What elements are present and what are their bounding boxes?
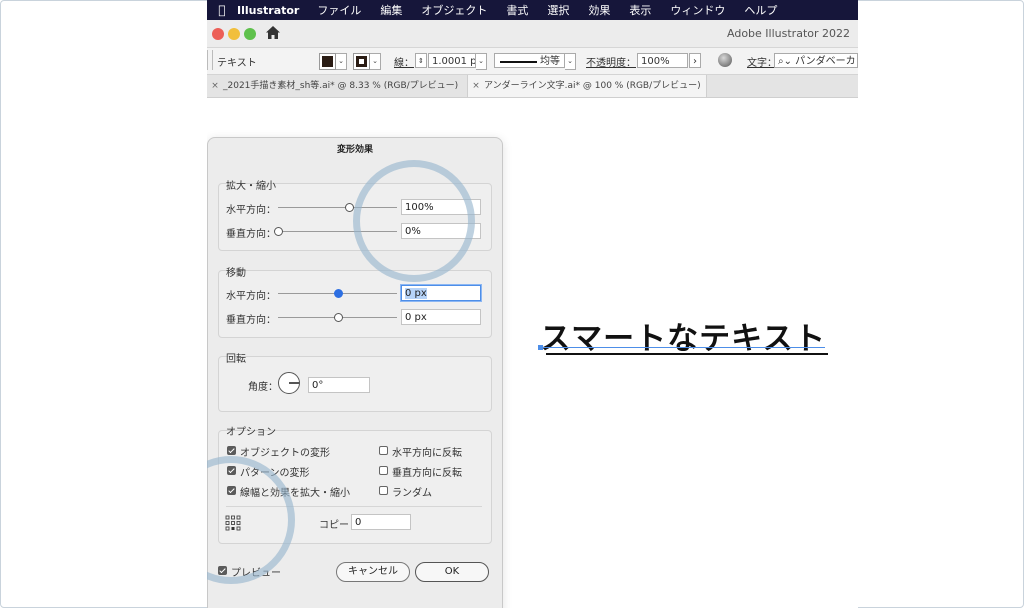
menu-app-name[interactable]: Illustrator [237,4,299,17]
close-icon[interactable]: × [468,75,484,97]
transform-objects-checkbox[interactable] [227,446,236,455]
move-vertical-input[interactable]: 0 px [401,309,481,325]
dialog-title: 変形効果 [336,145,373,155]
stroke-weight-stepper[interactable]: ⇕ [415,53,427,68]
font-search-field[interactable]: ⌕⌄ パンダベーカリ [774,53,858,68]
close-icon[interactable]: × [207,75,223,97]
title-bar: Adobe Illustrator 2022 [207,20,858,48]
font-search-value: パンダベーカリ [795,56,857,67]
copies-input[interactable]: 0 [351,514,411,530]
artboard-text-object[interactable]: スマートなテキスト [538,313,835,358]
menu-view[interactable]: 表示 [629,2,651,18]
scale-horizontal-label: 水平方向： [226,205,276,216]
illustrator-window:  Illustrator ファイル 編集 オブジェクト 書式 選択 効果 表示… [207,0,858,608]
angle-dial[interactable] [278,372,300,394]
reflect-y-checkbox[interactable] [379,466,388,475]
scale-group [218,183,492,251]
menu-bar:  Illustrator ファイル 編集 オブジェクト 書式 選択 効果 表示… [207,0,858,20]
scale-strokes-label[interactable]: 線幅と効果を拡大・縮小 [240,484,350,499]
menu-edit[interactable]: 編集 [380,2,402,18]
object-type-label: テキスト [217,58,257,69]
menu-object[interactable]: オブジェクト [421,2,487,18]
tab-label: アンダーライン文字.ai* @ 100 % (RGB/プレビュー) [484,81,701,91]
control-bar: テキスト ⌄ ⌄ 線： ⇕ 1.0001 p ⌄ 均等 ⌄ 不透明度： 100%… [207,48,858,75]
copies-label: コピー [319,520,349,531]
angle-label: 角度： [248,382,278,393]
preview-label[interactable]: プレビュー [231,564,281,579]
scale-vertical-slider[interactable] [278,231,397,232]
stroke-color-swatch[interactable] [353,53,370,70]
stroke-weight-field[interactable]: 1.0001 p [428,53,476,68]
reflect-x-checkbox[interactable] [379,446,388,455]
opacity-label[interactable]: 不透明度： [586,54,636,69]
scale-vertical-input[interactable]: 0% [401,223,481,239]
stroke-profile-field[interactable]: 均等 [494,53,565,68]
opacity-arrow[interactable]: › [689,53,701,68]
transform-objects-label[interactable]: オブジェクトの変形 [240,444,330,459]
fill-color-dropdown[interactable]: ⌄ [336,53,347,70]
scale-legend: 拡大・縮小 [226,181,276,192]
preview-checkbox[interactable] [218,566,227,575]
zoom-window-button[interactable] [244,28,256,40]
document-tabs: × _2021手描き素材_sh等.ai* @ 8.33 % (RGB/プレビュー)… [207,75,858,98]
menu-type[interactable]: 書式 [506,2,528,18]
scale-vertical-slider-knob[interactable] [274,227,283,236]
stroke-profile-label: 均等 [540,56,560,67]
scale-horizontal-input[interactable]: 100% [401,199,481,215]
window-title: Adobe Illustrator 2022 [727,27,850,40]
stroke-label[interactable]: 線： [394,54,414,69]
angle-input[interactable]: 0° [308,377,370,393]
ok-button[interactable]: OK [415,562,489,582]
menu-select[interactable]: 選択 [547,2,569,18]
text-underline [546,353,828,355]
transform-patterns-checkbox[interactable] [227,466,236,475]
move-legend: 移動 [226,268,246,279]
text-anchor-point[interactable] [538,345,543,350]
search-icon: ⌕⌄ [778,56,792,67]
transform-patterns-label[interactable]: パターンの変形 [240,464,310,479]
artboard-text[interactable]: スマートなテキスト [540,313,835,358]
reference-point-icon[interactable] [225,515,241,531]
home-icon[interactable] [264,24,282,42]
close-window-button[interactable] [212,28,224,40]
stroke-profile-line [500,61,537,63]
move-horizontal-label: 水平方向： [226,291,276,302]
stroke-profile-dropdown[interactable]: ⌄ [565,53,576,70]
random-checkbox[interactable] [379,486,388,495]
menu-effect[interactable]: 効果 [588,2,610,18]
move-horizontal-input[interactable]: 0 px [401,285,481,301]
move-horizontal-slider-knob[interactable] [333,289,343,298]
move-vertical-label: 垂直方向： [226,315,276,326]
move-horizontal-value: 0 px [405,288,427,299]
opacity-field[interactable]: 100% [637,53,688,68]
stroke-weight-dropdown[interactable]: ⌄ [476,53,487,70]
menu-window[interactable]: ウィンドウ [670,2,725,18]
menu-help[interactable]: ヘルプ [744,2,777,18]
tab-label: _2021手描き素材_sh等.ai* @ 8.33 % (RGB/プレビュー) [223,81,459,91]
minimize-window-button[interactable] [228,28,240,40]
text-baseline [540,347,825,348]
control-bar-grip[interactable] [207,50,213,70]
character-label[interactable]: 文字： [747,54,777,69]
tab-hand-drawn-materials[interactable]: × _2021手描き素材_sh等.ai* @ 8.33 % (RGB/プレビュー) [207,75,468,97]
transform-effect-dialog: 変形効果 拡大・縮小 水平方向： 100% 垂直方向： 0% 移動 水平方向： … [207,137,503,608]
menu-file[interactable]: ファイル [317,2,361,18]
options-legend: オプション [226,427,276,438]
options-divider [226,506,482,507]
tab-underline-text[interactable]: × アンダーライン文字.ai* @ 100 % (RGB/プレビュー) [468,75,707,97]
reflect-y-label[interactable]: 垂直方向に反転 [392,464,462,479]
random-label[interactable]: ランダム [392,484,432,499]
scale-horizontal-slider[interactable] [278,207,397,208]
apple-icon[interactable]:  [207,3,237,17]
move-vertical-slider-knob[interactable] [333,313,343,322]
recolor-artwork-icon[interactable] [718,53,732,67]
fill-color-swatch[interactable] [319,53,336,70]
scale-vertical-label: 垂直方向： [226,229,276,240]
cancel-button[interactable]: キャンセル [336,562,410,582]
rotate-legend: 回転 [226,354,246,365]
reflect-x-label[interactable]: 水平方向に反転 [392,444,462,459]
stroke-color-dropdown[interactable]: ⌄ [370,53,381,70]
move-group [218,270,492,338]
scale-strokes-checkbox[interactable] [227,486,236,495]
